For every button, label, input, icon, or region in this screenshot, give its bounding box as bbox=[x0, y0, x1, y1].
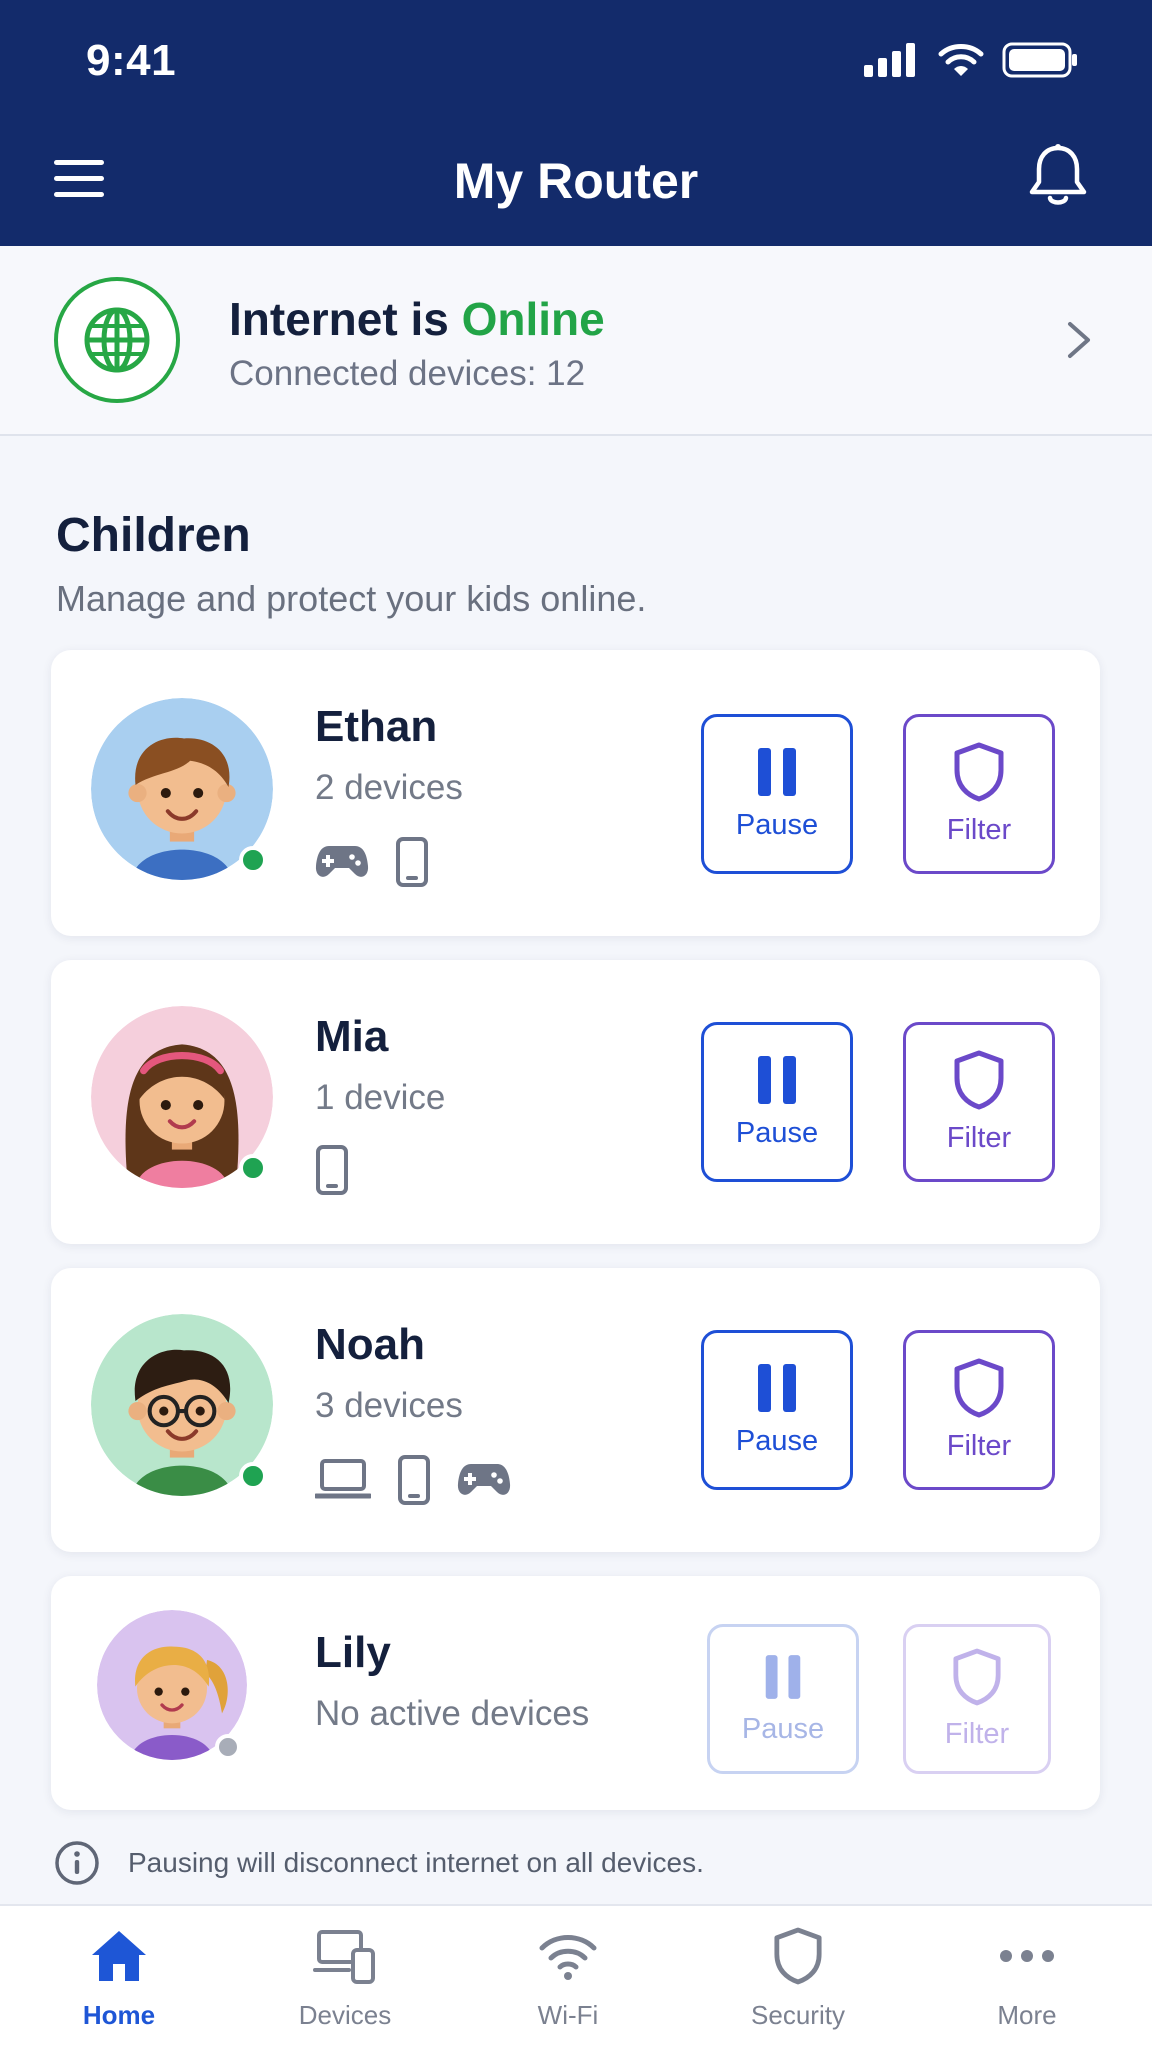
children-section-subtitle: Manage and protect your kids online. bbox=[56, 578, 647, 619]
pause-button[interactable]: Pause bbox=[701, 714, 853, 874]
pause-button-label: Pause bbox=[741, 1712, 825, 1745]
nav-devices[interactable]: Devices bbox=[255, 1924, 435, 2044]
wifi-status-icon bbox=[938, 44, 984, 76]
filter-button[interactable]: Filter bbox=[903, 1022, 1055, 1182]
app-bar: My Router bbox=[0, 130, 1152, 230]
pause-icon bbox=[765, 1654, 801, 1699]
child-name: Mia bbox=[315, 1012, 389, 1061]
child-device-icons bbox=[315, 836, 429, 888]
bell-icon bbox=[1029, 144, 1087, 205]
child-card-noah[interactable]: Noah 3 devices Pause Filter bbox=[51, 1268, 1100, 1552]
child-device-count: 2 devices bbox=[315, 768, 463, 807]
pause-icon bbox=[758, 1363, 796, 1412]
battery-icon bbox=[1002, 42, 1077, 78]
cellular-signal-icon bbox=[864, 43, 915, 77]
nav-more-label: More bbox=[997, 2000, 1057, 2030]
chevron-right-icon bbox=[1068, 322, 1090, 358]
notifications-button[interactable] bbox=[1026, 142, 1090, 212]
internet-status-prefix: Internet is bbox=[229, 293, 462, 345]
children-section-title: Children bbox=[56, 509, 251, 562]
home-icon bbox=[92, 1931, 146, 1981]
child-device-icons bbox=[315, 1144, 349, 1196]
status-time: 9:41 bbox=[86, 36, 177, 85]
app-header: 9:41 My Router bbox=[0, 0, 1152, 246]
shield-icon bbox=[954, 1050, 1004, 1109]
pause-button: Pause bbox=[707, 1624, 859, 1774]
phone-icon bbox=[398, 1455, 430, 1505]
gamepad-icon bbox=[315, 846, 369, 877]
pause-button-label: Pause bbox=[735, 808, 819, 841]
devices-icon bbox=[313, 1930, 375, 1984]
more-icon bbox=[1000, 1950, 1054, 1962]
child-device-count: No active devices bbox=[315, 1694, 590, 1733]
child-name: Noah bbox=[315, 1320, 425, 1369]
nav-devices-label: Devices bbox=[298, 2000, 392, 2030]
internet-status-row[interactable]: Internet is Online Connected devices: 12 bbox=[0, 246, 1152, 436]
info-note-text: Pausing will disconnect internet on all … bbox=[128, 1847, 704, 1878]
child-device-count: 1 device bbox=[315, 1078, 446, 1117]
status-bar: 9:41 bbox=[0, 0, 1152, 120]
filter-button-label: Filter bbox=[946, 813, 1012, 846]
child-name: Lily bbox=[315, 1628, 391, 1677]
internet-status-value: Online bbox=[461, 293, 605, 345]
filter-button: Filter bbox=[903, 1624, 1051, 1774]
page-title: My Router bbox=[453, 153, 699, 209]
pause-button-label: Pause bbox=[735, 1424, 819, 1457]
laptop-icon bbox=[315, 1459, 371, 1499]
nav-wifi-label: Wi-Fi bbox=[537, 2000, 599, 2030]
child-card-ethan[interactable]: Ethan 2 devices Pause Filter bbox=[51, 650, 1100, 936]
filter-button-label: Filter bbox=[944, 1717, 1010, 1750]
online-status-dot bbox=[239, 1462, 267, 1490]
pause-button[interactable]: Pause bbox=[701, 1330, 853, 1490]
nav-security[interactable]: Security bbox=[708, 1924, 888, 2044]
gamepad-icon bbox=[457, 1464, 511, 1495]
offline-status-dot bbox=[215, 1734, 241, 1760]
bottom-navigation: Home Devices Wi-Fi Security More bbox=[0, 1904, 1152, 2048]
connected-devices-count: Connected devices: 12 bbox=[229, 354, 586, 393]
phone-icon bbox=[316, 1145, 348, 1195]
shield-icon bbox=[774, 1927, 822, 1985]
child-device-count: 3 devices bbox=[315, 1386, 463, 1425]
pause-icon bbox=[758, 747, 796, 796]
internet-status-badge bbox=[54, 277, 180, 403]
nav-home[interactable]: Home bbox=[29, 1924, 209, 2044]
internet-status-title: Internet is Online bbox=[229, 292, 605, 346]
filter-button-label: Filter bbox=[946, 1429, 1012, 1462]
nav-wifi[interactable]: Wi-Fi bbox=[478, 1924, 658, 2044]
child-name: Ethan bbox=[315, 702, 438, 751]
filter-button-label: Filter bbox=[946, 1121, 1012, 1154]
shield-icon bbox=[953, 1648, 1001, 1705]
child-device-icons bbox=[315, 1454, 511, 1506]
online-status-dot bbox=[239, 1154, 267, 1182]
shield-icon bbox=[954, 742, 1004, 801]
filter-button[interactable]: Filter bbox=[903, 1330, 1055, 1490]
status-icons bbox=[864, 42, 1078, 78]
pause-button-label: Pause bbox=[735, 1116, 819, 1149]
filter-button[interactable]: Filter bbox=[903, 714, 1055, 874]
nav-more[interactable]: More bbox=[937, 1924, 1117, 2044]
shield-icon bbox=[954, 1358, 1004, 1417]
nav-security-label: Security bbox=[751, 2000, 845, 2030]
globe-icon bbox=[84, 307, 150, 373]
info-icon bbox=[55, 1841, 99, 1885]
pause-icon bbox=[758, 1055, 796, 1104]
child-card-lily[interactable]: Lily No active devices Pause Filter bbox=[51, 1576, 1100, 1810]
online-status-dot bbox=[239, 846, 267, 874]
child-card-mia[interactable]: Mia 1 device Pause Filter bbox=[51, 960, 1100, 1244]
phone-icon bbox=[396, 837, 428, 887]
wifi-icon bbox=[539, 1935, 597, 1980]
nav-home-label: Home bbox=[82, 2000, 156, 2030]
pause-info-note: Pausing will disconnect internet on all … bbox=[54, 1840, 704, 1886]
pause-button[interactable]: Pause bbox=[701, 1022, 853, 1182]
